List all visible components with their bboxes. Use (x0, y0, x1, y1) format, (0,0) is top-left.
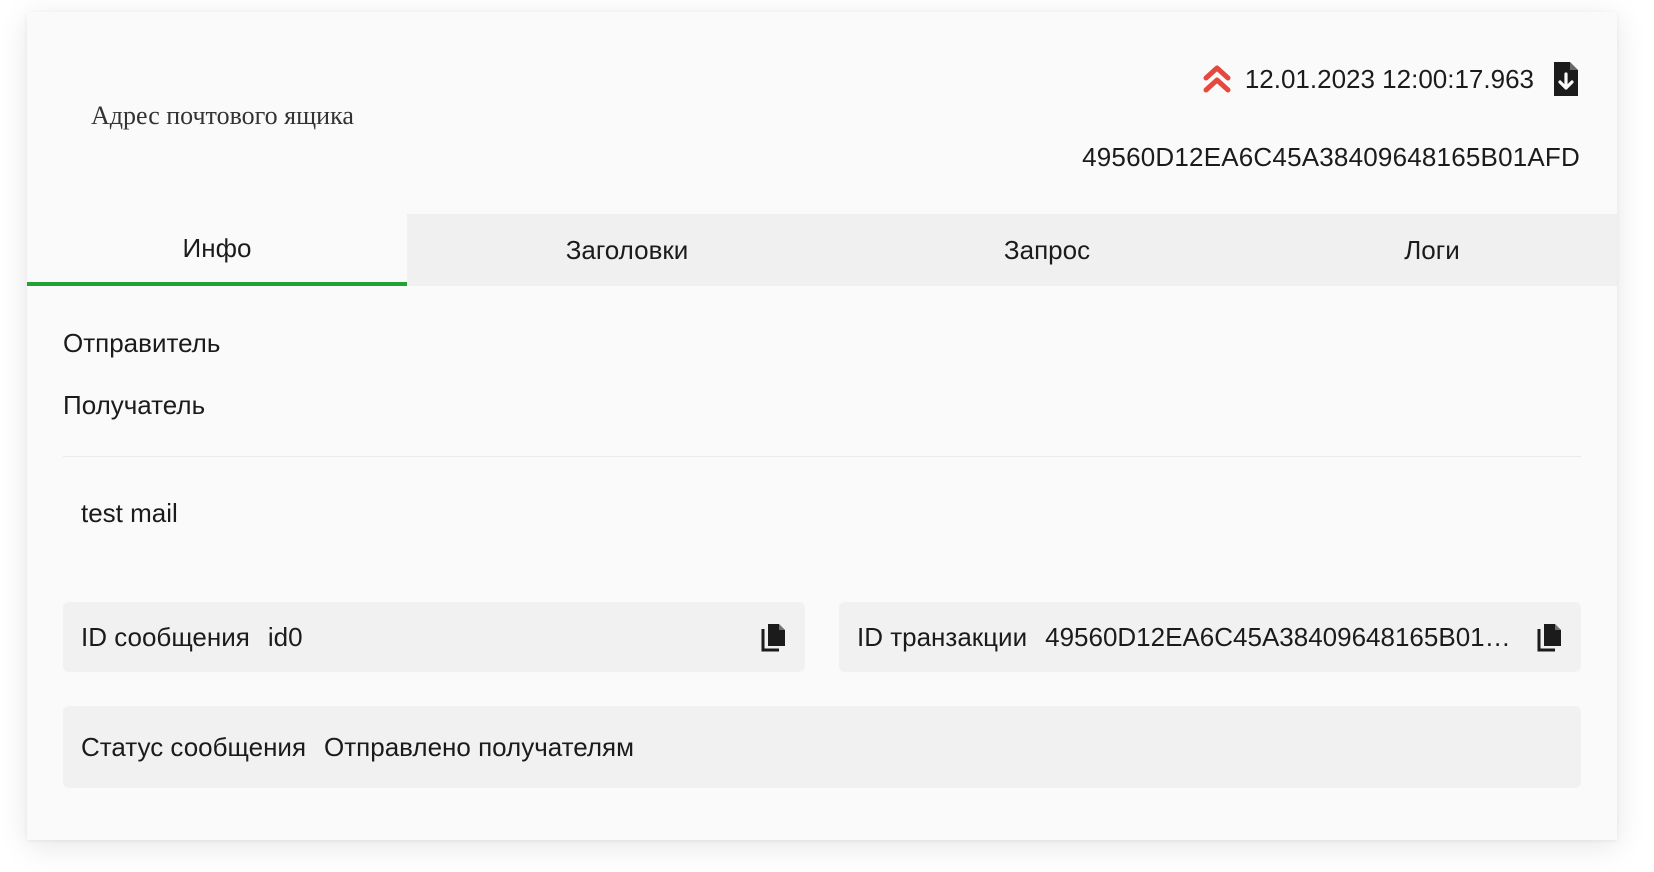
recipient-label: Получатель (63, 390, 206, 420)
sender-label: Отправитель (63, 328, 221, 358)
message-status-value: Отправлено получателям (324, 731, 634, 762)
message-id-label: ID сообщения (81, 621, 250, 652)
message-card: Адрес почтового ящика 12.01.2023 12:00:1… (27, 12, 1617, 840)
mailbox-address-label: Адрес почтового ящика (91, 101, 354, 130)
message-id-box: ID сообщения id0 (63, 602, 805, 672)
tab-headers[interactable]: Заголовки (407, 214, 847, 286)
message-status-box: Статус сообщения Отправлено получателям (63, 706, 1581, 788)
copy-icon[interactable] (1537, 622, 1563, 652)
tab-bar: Инфо Заголовки Запрос Логи (27, 214, 1617, 286)
transaction-id-label: ID транзакции (857, 621, 1028, 652)
message-datetime: 12.01.2023 12:00:17.963 (1244, 63, 1534, 94)
double-chevron-up-icon (1203, 65, 1231, 93)
message-status-label: Статус сообщения (81, 731, 307, 762)
message-body: test mail (81, 498, 178, 528)
tab-logs[interactable]: Логи (1247, 214, 1617, 286)
tab-request[interactable]: Запрос (847, 214, 1247, 286)
transaction-id-value: 49560D12EA6C45A38409648165B01AFD (1045, 621, 1521, 652)
message-header: Адрес почтового ящика 12.01.2023 12:00:1… (27, 12, 1617, 212)
tab-info[interactable]: Инфо (27, 214, 407, 286)
copy-icon[interactable] (761, 622, 787, 652)
header-transaction-id: 49560D12EA6C45A38409648165B01AFD (1082, 142, 1580, 172)
header-meta: 12.01.2023 12:00:17.963 (1203, 60, 1580, 98)
divider (63, 456, 1581, 457)
transaction-id-box: ID транзакции 49560D12EA6C45A38409648165… (839, 602, 1581, 672)
file-download-icon[interactable] (1552, 60, 1580, 98)
message-id-value: id0 (267, 621, 303, 652)
